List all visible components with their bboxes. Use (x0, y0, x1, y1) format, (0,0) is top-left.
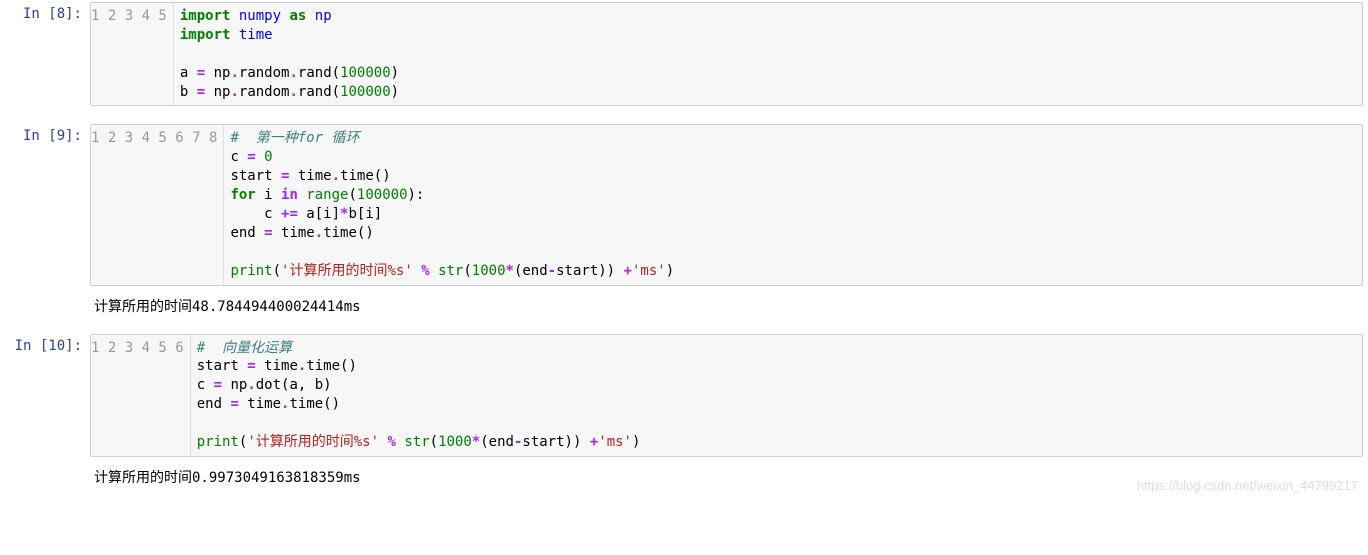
output-cell-9: 计算所用的时间48.784494400024414ms (0, 288, 1368, 324)
output-prompt-9 (0, 290, 90, 322)
code-cell-8: In [8]: 1 2 3 4 5 import numpy as np imp… (0, 0, 1368, 108)
input-area-8[interactable]: 1 2 3 4 5 import numpy as np import time… (90, 2, 1363, 106)
code-editor[interactable]: # 第一种for 循环 c = 0 start = time.time() fo… (224, 125, 1362, 284)
watermark-text: https://blog.csdn.net/weixin_44799217 (1137, 478, 1358, 493)
input-prompt-10: In [10]: (0, 334, 90, 457)
input-area-10[interactable]: 1 2 3 4 5 6 # 向量化运算 start = time.time() … (90, 334, 1363, 457)
code-editor[interactable]: # 向量化运算 start = time.time() c = np.dot(a… (191, 335, 1362, 456)
input-area-9[interactable]: 1 2 3 4 5 6 7 8 # 第一种for 循环 c = 0 start … (90, 124, 1363, 285)
output-text: 计算所用的时间48.784494400024414ms (90, 290, 1363, 322)
line-gutter: 1 2 3 4 5 (91, 3, 174, 105)
code-cell-9: In [9]: 1 2 3 4 5 6 7 8 # 第一种for 循环 c = … (0, 122, 1368, 287)
code-cell-10: In [10]: 1 2 3 4 5 6 # 向量化运算 start = tim… (0, 332, 1368, 459)
notebook-container: In [8]: 1 2 3 4 5 import numpy as np imp… (0, 0, 1368, 495)
code-editor[interactable]: import numpy as np import time a = np.ra… (174, 3, 1362, 105)
output-prompt-10 (0, 461, 90, 493)
input-prompt-8: In [8]: (0, 2, 90, 106)
input-prompt-9: In [9]: (0, 124, 90, 285)
line-gutter: 1 2 3 4 5 6 7 8 (91, 125, 224, 284)
line-gutter: 1 2 3 4 5 6 (91, 335, 191, 456)
